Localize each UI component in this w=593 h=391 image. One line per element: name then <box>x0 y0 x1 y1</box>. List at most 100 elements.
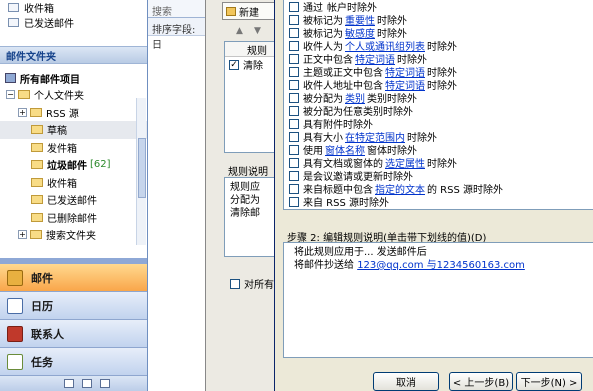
tree-item-inbox[interactable]: 收件箱 <box>0 174 147 192</box>
condition-checkbox[interactable] <box>289 14 299 25</box>
sort-by-label[interactable]: 排序字段: 日 <box>148 18 208 51</box>
rss-folder-icon <box>30 107 42 117</box>
tree-label: 收件箱 <box>47 178 77 190</box>
condition-checkbox[interactable] <box>289 27 299 38</box>
rule-item-label: 清除 <box>243 61 263 72</box>
folder-icon <box>18 90 30 100</box>
condition-checkbox[interactable] <box>289 170 299 181</box>
nav-button-mail[interactable]: 邮件 <box>0 264 147 292</box>
step2-line: 将邮件抄送给 123@qq.com 与1234560163.com <box>294 259 583 272</box>
folder-scrollbar[interactable] <box>136 98 146 245</box>
mail-folders-header[interactable]: 邮件文件夹 <box>0 46 147 64</box>
new-rule-label: 新建 <box>239 7 259 19</box>
outbox-icon <box>31 142 43 152</box>
expand-icon[interactable]: + <box>18 230 27 240</box>
rule-description-label: 规则说明 <box>228 167 268 178</box>
condition-checkbox[interactable] <box>289 92 299 103</box>
tree-item-drafts[interactable]: 草稿 <box>0 121 147 139</box>
tasks-icon <box>7 353 23 370</box>
apply-to-all-checkbox[interactable]: 对所有 <box>230 276 274 291</box>
condition-checkbox[interactable] <box>289 157 299 168</box>
expand-icon[interactable]: + <box>18 107 27 117</box>
sent-mail-icon <box>31 195 43 205</box>
rules-wizard-dialog: 通过 帐户时除外 被标记为 重要性 时除外 被标记为 敏感度 时除外 收件人为 个人或通讯组列表时… <box>274 0 593 391</box>
all-mail-items[interactable]: 所有邮件项目 <box>0 70 147 86</box>
tree-item-outbox[interactable]: 发件箱 <box>0 139 147 157</box>
mail-list-pane: 搜索 排序字段: 日 <box>148 0 208 391</box>
rule-description-editor: 将此规则应用于... 发送邮件后 将邮件抄送给 123@qq.com 与1234… <box>283 242 593 358</box>
nav-button-label: 任务 <box>31 355 53 369</box>
favorite-inbox[interactable]: 收件箱 <box>0 0 147 15</box>
configure-buttons-icon[interactable] <box>100 379 110 388</box>
tree-label: 个人文件夹 <box>34 91 84 103</box>
apply-all-label: 对所有 <box>244 280 274 291</box>
drafts-icon <box>31 125 43 135</box>
all-mail-icon <box>5 73 16 83</box>
shortcuts-icon[interactable] <box>82 379 92 388</box>
nav-button-label: 日历 <box>31 299 53 313</box>
step2-line: 将此规则应用于... 发送邮件后 <box>294 247 427 258</box>
favorite-sent[interactable]: 已发送邮件 <box>0 15 147 30</box>
new-rule-icon <box>226 6 236 16</box>
next-button[interactable]: 下一步(N) > <box>516 372 582 391</box>
cancel-button[interactable]: 取消 <box>373 372 439 391</box>
move-up-icon[interactable]: ▲ <box>236 26 243 36</box>
mail-icon <box>7 269 23 286</box>
tree-label: 垃圾邮件 <box>47 161 87 173</box>
inbox-icon <box>8 3 19 12</box>
condition-checkbox[interactable] <box>289 40 299 51</box>
favorite-inbox-label: 收件箱 <box>24 4 54 15</box>
nav-button-contacts[interactable]: 联系人 <box>0 320 147 348</box>
folder-list-icon[interactable] <box>64 379 74 388</box>
condition-checkbox[interactable] <box>289 196 299 207</box>
search-folder-icon <box>30 230 42 240</box>
condition-text-post: 时除外 <box>427 42 457 53</box>
step2-cc-prefix: 将邮件抄送给 <box>294 260 354 271</box>
tree-label: RSS 源 <box>46 108 79 120</box>
tree-label: 已删除邮件 <box>47 213 97 225</box>
tree-item-junk[interactable]: 垃圾邮件 [62] <box>0 156 147 174</box>
tree-item-search-folders[interactable]: + 搜索文件夹 <box>0 226 147 244</box>
contacts-icon <box>7 325 23 342</box>
back-button[interactable]: < 上一步(B) <box>449 372 513 391</box>
junk-mail-icon <box>31 160 43 170</box>
deleted-items-icon <box>31 212 43 222</box>
condition-checkbox[interactable] <box>289 144 299 155</box>
condition-text-pre: 来自 RSS 源时除外 <box>303 198 390 209</box>
recipients-link[interactable]: 123@qq.com 与1234560163.com <box>357 260 525 271</box>
tree-label: 搜索文件夹 <box>46 231 96 243</box>
condition-checkbox[interactable] <box>289 131 299 142</box>
tree-label: 已发送邮件 <box>47 196 97 208</box>
scrollbar-thumb[interactable] <box>138 138 146 198</box>
tree-item-rss[interactable]: + RSS 源 <box>0 104 147 122</box>
all-mail-label: 所有邮件项目 <box>20 74 80 86</box>
tree-item-deleted[interactable]: 已删除邮件 <box>0 209 147 227</box>
nav-button-calendar[interactable]: 日历 <box>0 292 147 320</box>
condition-checkbox[interactable] <box>289 183 299 194</box>
condition-checkbox[interactable] <box>289 105 299 116</box>
inbox-icon <box>31 177 43 187</box>
condition-checkbox[interactable] <box>289 79 299 90</box>
exception-conditions-list[interactable]: 通过 帐户时除外 被标记为 重要性 时除外 被标记为 敏感度 时除外 收件人为 个人或通讯组列表时… <box>283 0 593 210</box>
search-box[interactable]: 搜索 <box>148 0 208 18</box>
navigation-pane: 收件箱 已发送邮件 邮件文件夹 所有邮件项目 − 个人文件夹 + RSS 源 草… <box>0 0 148 391</box>
wizard-buttons: 取消 < 上一步(B) 下一步(N) > <box>275 372 593 391</box>
apply-all-checkbox[interactable] <box>230 278 240 289</box>
tree-item-personal[interactable]: − 个人文件夹 <box>0 86 147 104</box>
condition-item[interactable]: 来自 RSS 源时除外 <box>284 195 593 209</box>
nav-button-tasks[interactable]: 任务 <box>0 348 147 376</box>
condition-checkbox[interactable] <box>289 53 299 64</box>
unread-count: [62] <box>90 159 111 171</box>
collapse-icon[interactable]: − <box>6 90 15 100</box>
condition-checkbox[interactable] <box>289 66 299 77</box>
condition-checkbox[interactable] <box>289 1 299 12</box>
nav-button-label: 联系人 <box>31 327 64 341</box>
nav-shortcut-bar <box>0 376 147 391</box>
condition-text-post: 时除外 <box>427 159 457 170</box>
tree-item-sent[interactable]: 已发送邮件 <box>0 191 147 209</box>
rule-checkbox[interactable]: ✓ <box>229 59 239 70</box>
condition-checkbox[interactable] <box>289 118 299 129</box>
sent-mail-icon <box>8 18 19 27</box>
folder-tree: − 个人文件夹 + RSS 源 草稿 发件箱 垃圾邮件 [62] 收件箱 已发送… <box>0 86 147 244</box>
move-down-icon[interactable]: ▼ <box>254 26 261 36</box>
